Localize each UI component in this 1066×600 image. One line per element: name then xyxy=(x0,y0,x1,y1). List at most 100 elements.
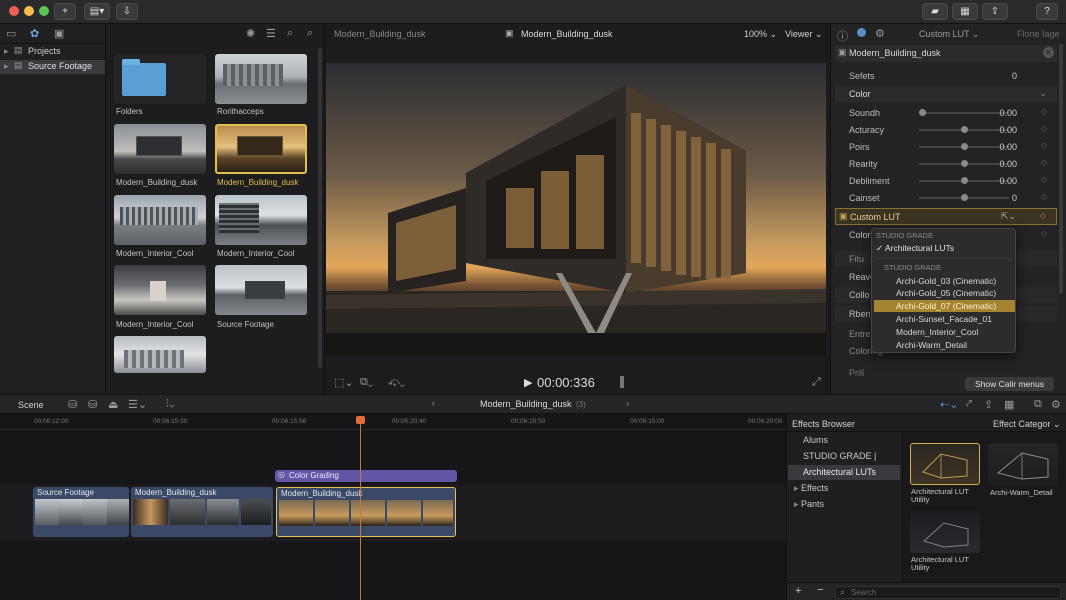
library-menu-button[interactable]: ▤▾ xyxy=(84,3,110,20)
zoom-dropdown[interactable]: 100% ⌄ xyxy=(744,29,777,40)
clip-thumbnail[interactable] xyxy=(114,124,206,174)
playhead[interactable] xyxy=(360,416,361,600)
titles-icon[interactable]: ▣ xyxy=(54,27,64,40)
clip-thumbnail[interactable] xyxy=(114,265,206,315)
param-slider[interactable] xyxy=(919,160,1009,167)
forward-button[interactable]: › xyxy=(626,398,629,408)
slider-knob[interactable] xyxy=(960,143,968,150)
view-mode-dropdown[interactable]: Viewer ⌄ xyxy=(785,29,822,40)
clip-thumbnail[interactable] xyxy=(114,336,206,373)
color-grading-bar[interactable]: ◎ Color Grading xyxy=(275,470,457,482)
index-icon[interactable]: ⛁ xyxy=(68,398,77,411)
effects-list-item[interactable]: ▸ Pants xyxy=(788,497,900,512)
sidebar-item-source-footage[interactable]: ▸ ▤ Source Footage xyxy=(0,60,105,74)
clip-thumbnail[interactable] xyxy=(215,195,307,245)
fullscreen-icon[interactable]: ⤢ xyxy=(812,376,821,389)
play-button[interactable]: ▶ xyxy=(524,376,532,389)
effect-category-dropdown[interactable]: Effect Categor ⌄ xyxy=(993,419,1060,430)
wand-icon[interactable]: ⚙ xyxy=(875,27,885,40)
param-slider[interactable] xyxy=(919,126,1009,133)
menu-item[interactable]: Modern_Interior_Cool xyxy=(874,326,1015,338)
add-button[interactable]: + xyxy=(54,3,76,20)
keyword-button[interactable]: ▰ xyxy=(922,3,948,20)
keyframe-icon[interactable]: ◇ xyxy=(1041,175,1047,184)
param-slider[interactable] xyxy=(919,143,1009,150)
minimize-window-button[interactable] xyxy=(24,6,34,16)
row-value[interactable]: 0 xyxy=(1012,71,1017,81)
keyframe-icon[interactable]: ◇ xyxy=(1041,107,1047,116)
list-icon[interactable]: ☰⌄ xyxy=(128,398,147,411)
timeline-ruler[interactable]: 00:06:12:00 00:06:15:30 00:06:15:56 00:0… xyxy=(0,414,786,430)
effects-list-item[interactable]: Alums xyxy=(788,433,900,448)
folder-thumbnail[interactable] xyxy=(114,54,206,104)
add-effect-button[interactable]: + xyxy=(795,585,801,597)
clip-thumbnail[interactable] xyxy=(215,265,307,315)
inspector-effect-dropdown[interactable]: Custom LUT ⌄ xyxy=(919,29,979,40)
effect-tile-selected[interactable] xyxy=(910,443,980,485)
effects-search-input[interactable]: ⌕ Search xyxy=(835,586,1061,599)
keyframe-icon[interactable]: ◇ xyxy=(1041,141,1047,150)
param-slider[interactable] xyxy=(919,194,1009,201)
keyframe-icon[interactable]: ◇ xyxy=(1041,229,1047,238)
folder-icon[interactable]: ▭ xyxy=(6,27,16,40)
close-icon[interactable]: ✕ xyxy=(1043,47,1054,58)
slider-knob[interactable] xyxy=(960,160,968,167)
share-button[interactable]: ⇪ xyxy=(982,3,1008,20)
param-value[interactable]: 0.00 xyxy=(999,108,1017,118)
sidebar-item-projects[interactable]: ▸ ▤ Projects xyxy=(0,45,105,59)
param-value[interactable]: 0.00 xyxy=(999,159,1017,169)
crop-icon[interactable]: ⧉⌄ xyxy=(360,376,373,389)
param-value[interactable]: 0.00 xyxy=(999,176,1017,186)
param-value[interactable]: 0.00 xyxy=(999,142,1017,152)
param-value[interactable]: 0 xyxy=(1012,193,1017,203)
effects-list-item-selected[interactable]: Architectural LUTs xyxy=(788,465,900,480)
playhead-handle[interactable] xyxy=(356,416,365,424)
clip-thumbnail[interactable] xyxy=(215,54,307,104)
blade-icon[interactable]: ⤤ xyxy=(966,398,972,411)
menu-item[interactable]: Archi-Sunset_Facade_01 xyxy=(874,313,1015,325)
param-slider[interactable] xyxy=(919,109,1009,116)
speed-icon[interactable]: ⤽⌄ xyxy=(388,376,405,389)
back-button[interactable]: ‹ xyxy=(432,398,435,408)
list-view-icon[interactable]: ☰ xyxy=(266,27,276,40)
menu-item[interactable]: Archi-Warm_Detail xyxy=(874,339,1015,351)
slider-knob[interactable] xyxy=(919,109,926,116)
film-icon[interactable]: ▦ xyxy=(1004,398,1014,411)
gear-icon[interactable]: ⚙ xyxy=(1051,398,1061,411)
timeline-clip[interactable]: Modern_Building_dusk xyxy=(131,487,273,537)
viewer-image[interactable] xyxy=(326,63,826,355)
keyframe-icon[interactable]: ◇ xyxy=(1041,158,1047,167)
chevron-down-icon[interactable]: ⌄ xyxy=(1039,88,1047,99)
slider-knob[interactable] xyxy=(960,126,968,133)
menu-item-architectural-luts[interactable]: ✓ Architectural LUTs xyxy=(876,243,954,254)
close-window-button[interactable] xyxy=(9,6,19,16)
settings-icon[interactable]: ✺ xyxy=(246,27,255,40)
arrow-tool-icon[interactable]: ⇠⌄ xyxy=(940,398,958,411)
tools-icon[interactable]: ⫶⌄ xyxy=(166,398,175,411)
browser-scrollbar[interactable] xyxy=(318,48,322,368)
info-icon[interactable]: ⓘ xyxy=(837,28,848,44)
disclosure-icon[interactable]: ▸ xyxy=(794,499,801,509)
inspector-scrollbar[interactable] xyxy=(1059,44,1063,294)
edit-icon[interactable]: ⇱⌄ xyxy=(1001,211,1016,222)
keyframe-icon[interactable]: ◇ xyxy=(1041,192,1047,201)
search-icon[interactable]: ⌕ xyxy=(287,27,293,40)
param-value[interactable]: 0.00 xyxy=(999,125,1017,135)
keyframe-icon[interactable]: ◇ xyxy=(1041,124,1047,133)
effects-list-item[interactable]: STUDIO GRADE | xyxy=(788,449,900,464)
color-icon[interactable] xyxy=(857,28,866,37)
keyframe-icon[interactable]: ◇ xyxy=(1040,211,1046,220)
timeline-clip-selected[interactable]: Modern_Building_dusk xyxy=(276,487,456,537)
timeline-clip[interactable]: Source Footage xyxy=(33,487,129,537)
slider-knob[interactable] xyxy=(960,177,968,184)
photos-icon[interactable]: ✿ xyxy=(30,27,39,40)
clip-thumbnail[interactable] xyxy=(114,195,206,245)
effects-list-item[interactable]: ▸ Effects xyxy=(788,481,900,496)
disclosure-icon[interactable]: ▸ xyxy=(4,46,9,57)
transform-icon[interactable]: ⬚⌄ xyxy=(334,376,354,389)
zoom-window-button[interactable] xyxy=(39,6,49,16)
remove-effect-button[interactable]: − xyxy=(817,584,823,596)
effect-tile[interactable] xyxy=(910,511,980,553)
custom-lut-header[interactable]: ▣ Custom LUT ⇱⌄ ◇ xyxy=(835,208,1057,225)
disclosure-icon[interactable]: ▸ xyxy=(4,61,9,72)
